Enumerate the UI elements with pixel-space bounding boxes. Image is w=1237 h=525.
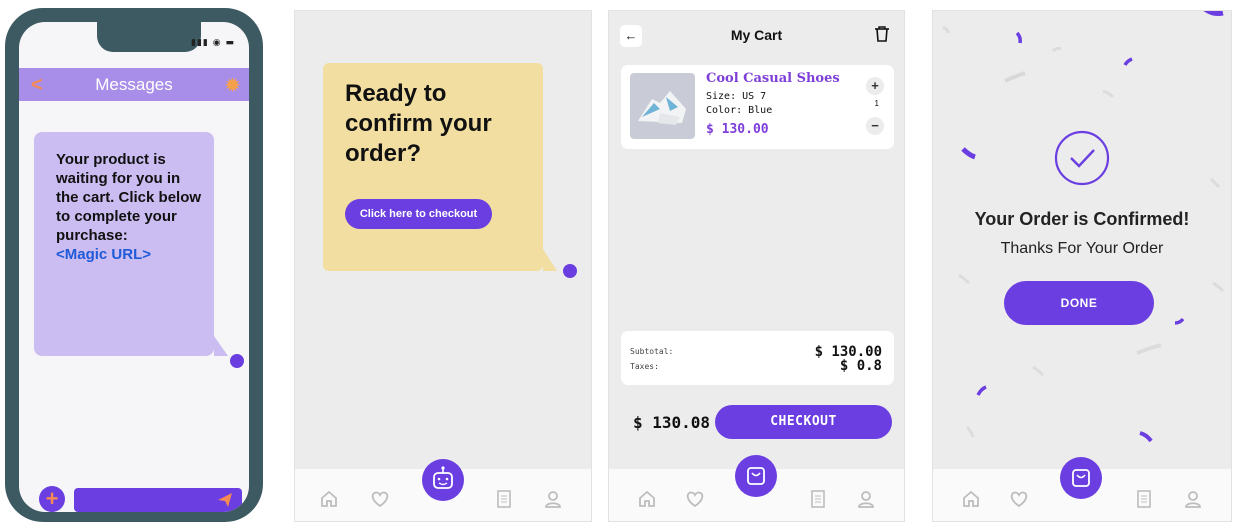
confirmation-title: Your Order is Confirmed! [974,209,1190,229]
document-icon[interactable] [810,489,826,509]
subtotal-label: Subtotal: [630,347,674,356]
plus-icon[interactable]: + [866,77,884,95]
messages-header: < Messages ✹ [19,68,249,101]
cart-item-card: Cool Casual Shoes Size: US 7 Color: Blue… [621,65,894,149]
minus-icon[interactable]: − [866,117,884,135]
bot-message-bubble: Ready to confirm your order? Click here … [323,63,543,271]
user-icon[interactable] [543,489,563,509]
wifi-icon: ◉ [212,38,222,48]
sms-avatar-dot [230,354,244,368]
checkout-button[interactable]: CHECKOUT [715,405,892,439]
product-color: Color: Blue [706,105,773,116]
product-size: Size: US 7 [706,91,767,102]
robot-button[interactable] [422,459,464,501]
home-icon[interactable] [637,489,657,509]
bot-question: Ready to confirm your order? [345,80,492,167]
bot-bubble-tail [543,249,557,271]
taxes-label: Taxes: [630,362,659,371]
confetti-decoration [942,11,1225,443]
sms-message-text: Your product is waiting for you in the c… [56,151,202,244]
phone-notch [97,22,201,52]
checkout-link-button[interactable]: Click here to checkout [345,199,492,229]
taxes-value: $ 0.8 [839,358,882,374]
product-name[interactable]: Cool Casual Shoes [706,71,840,86]
heart-icon[interactable] [1008,489,1030,509]
bag-button[interactable] [1060,457,1102,499]
robot-icon [433,466,453,489]
magic-url-link[interactable]: <Magic URL> [56,245,202,264]
plus-icon[interactable]: + [39,486,65,512]
cart-header: ← My Cart [609,11,904,59]
phone-screen: ▮▮▮ ◉ ▬ < Messages ✹ Your product is wai… [19,22,249,512]
battery-icon: ▬ [225,38,235,48]
user-icon[interactable] [1183,489,1203,509]
order-summary: Subtotal: $ 130.00 Taxes: $ 0.8 [621,331,894,385]
home-icon[interactable] [319,489,339,509]
document-icon[interactable] [496,489,512,509]
status-bar: ▮▮▮ ◉ ▬ [191,38,235,48]
send-icon[interactable] [216,491,234,509]
bag-icon [747,467,765,485]
gear-icon[interactable]: ✹ [224,73,241,98]
home-icon[interactable] [961,489,981,509]
sms-message-bubble: Your product is waiting for you in the c… [34,132,214,356]
confirmation-subtitle: Thanks For Your Order [1000,240,1164,257]
total-price: $ 130.08 [633,413,711,432]
trash-icon[interactable] [874,25,890,43]
cart-title: My Cart [730,27,783,43]
quantity-value: 1 [874,99,879,108]
user-icon[interactable] [856,489,876,509]
message-input[interactable] [74,488,242,512]
heart-icon[interactable] [369,489,391,509]
check-circle-icon [1054,130,1110,186]
document-icon[interactable] [1136,489,1152,509]
heart-icon[interactable] [684,489,706,509]
messages-title: Messages [95,74,173,94]
product-price: $ 130.00 [706,122,769,137]
bag-button[interactable] [735,455,777,497]
cart-screen: ← My Cart Cool Casual Shoes Size: US 7 C… [608,10,905,522]
sms-phone-mockup: ▮▮▮ ◉ ▬ < Messages ✹ Your product is wai… [5,8,263,522]
chatbot-screen: Ready to confirm your order? Click here … [294,10,592,522]
bag-icon [1072,469,1090,487]
bot-avatar-dot [563,264,577,278]
shoe-product-image [630,73,695,139]
done-button[interactable]: DONE [1004,281,1154,325]
back-chevron-icon[interactable]: < [31,74,43,97]
order-confirmed-screen: Your Order is Confirmed! Thanks For Your… [932,10,1232,522]
sms-bubble-tail [214,336,228,356]
signal-icon: ▮▮▮ [191,38,209,48]
